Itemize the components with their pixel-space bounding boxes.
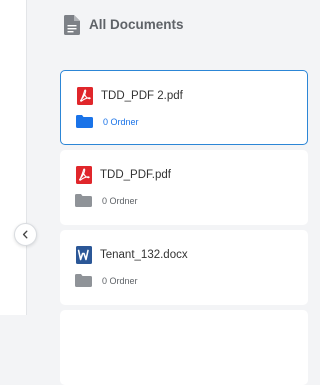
folder-icon: [75, 194, 92, 207]
document-name: Tenant_132.docx: [100, 249, 188, 261]
word-file-icon: [76, 246, 92, 264]
document-card[interactable]: Tenant_132.docx 0 Ordner: [60, 230, 308, 305]
collapse-sidebar-button[interactable]: [14, 223, 37, 246]
document-card[interactable]: TDD_PDF 2.pdf 0 Ordner: [60, 70, 308, 145]
document-card[interactable]: [60, 310, 308, 385]
chevron-left-icon: [22, 230, 28, 239]
folder-count-label: 0 Ordner: [102, 196, 138, 206]
pdf-file-icon: [77, 87, 93, 105]
folder-count-label: 0 Ordner: [102, 276, 138, 286]
pdf-file-icon: [76, 166, 92, 184]
document-card[interactable]: TDD_PDF.pdf 0 Ordner: [60, 150, 308, 225]
folder-count-label: 0 Ordner: [103, 117, 139, 127]
document-name: TDD_PDF 2.pdf: [101, 90, 183, 102]
left-sidebar-rail: [0, 0, 27, 315]
document-list: TDD_PDF 2.pdf 0 Ordner TDD_PDF.pdf 0 Ord…: [48, 52, 315, 385]
documents-header: All Documents: [48, 0, 315, 52]
folder-icon: [76, 115, 93, 128]
document-icon: [64, 15, 80, 35]
page-title: All Documents: [89, 17, 184, 32]
document-name: TDD_PDF.pdf: [100, 169, 171, 181]
folder-icon: [75, 274, 92, 287]
